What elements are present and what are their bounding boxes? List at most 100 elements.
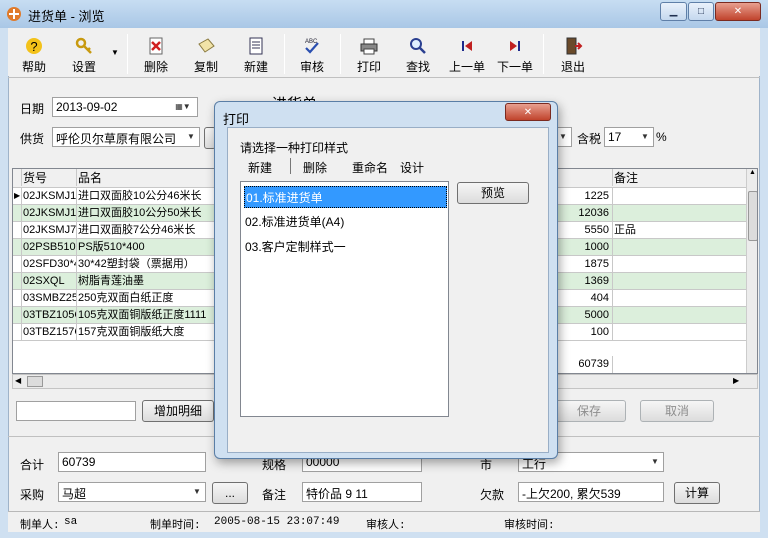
print-style-item[interactable]: 01.标准进货单 <box>244 186 447 208</box>
next-record-button[interactable]: 下一单 <box>494 34 536 74</box>
scroll-up-arrow[interactable]: ▲ <box>747 169 757 176</box>
copy-button[interactable]: 复制 <box>186 34 226 74</box>
cell-code[interactable]: 02PSB510* <box>22 239 77 256</box>
cell-note[interactable] <box>613 239 747 256</box>
minimize-button[interactable]: ▁ <box>660 2 687 21</box>
detail-search-input[interactable] <box>16 401 136 421</box>
close-button[interactable]: ✕ <box>715 2 761 21</box>
toolbar-separator <box>340 34 341 74</box>
date-picker[interactable]: 2013-09-02 ▦▼ <box>52 97 198 117</box>
cancel-button[interactable]: 取消 <box>640 400 714 422</box>
supplier-select[interactable]: 呼伦贝尔草原有限公司 ▼ <box>52 127 200 147</box>
grid-vertical-scrollbar[interactable]: ▲ <box>746 169 757 373</box>
print-style-list[interactable]: 01.标准进货单 02.标准进货单(A4) 03.客户定制样式一 <box>240 181 449 417</box>
cell-note[interactable] <box>613 290 747 307</box>
tax-rate-select[interactable]: 17 ▼ <box>604 127 654 147</box>
next-record-label: 下一单 <box>496 60 533 74</box>
cell-name[interactable]: 250克双面白纸正度 <box>77 290 217 307</box>
hidden-select[interactable]: ▼ <box>556 127 572 147</box>
cell-amount[interactable]: 1875 <box>557 256 613 273</box>
cell-note[interactable] <box>613 205 747 222</box>
cell-name[interactable]: 157克双面铜版纸大度 <box>77 324 217 341</box>
scrollbar-thumb[interactable] <box>748 191 757 241</box>
scroll-right-arrow[interactable]: ▶ <box>733 376 739 385</box>
help-label: 帮助 <box>21 60 46 74</box>
cell-amount[interactable]: 1225 <box>557 188 613 205</box>
cell-code[interactable]: 02JKSMJ1C <box>22 205 77 222</box>
dialog-close-button[interactable]: ✕ <box>505 103 551 121</box>
new-button[interactable]: 新建 <box>236 34 276 74</box>
cell-code[interactable]: 03TBZ157C <box>22 324 77 341</box>
cell-amount[interactable]: 1369 <box>557 273 613 290</box>
cell-name[interactable]: 进口双面胶10公分50米长 <box>77 205 217 222</box>
style-new-link[interactable]: 新建 <box>248 159 272 176</box>
cell-note[interactable] <box>613 324 747 341</box>
style-design-link[interactable]: 设计 <box>400 159 424 176</box>
cell-amount[interactable]: 1000 <box>557 239 613 256</box>
settings-button[interactable]: 设置 <box>64 34 104 74</box>
cell-amount[interactable]: 12036 <box>557 205 613 222</box>
total-field: 60739 <box>58 452 206 472</box>
cell-note[interactable] <box>613 188 747 205</box>
exit-button[interactable]: 退出 <box>553 34 593 74</box>
scroll-left-arrow[interactable]: ◀ <box>15 376 21 385</box>
buyer-browse-button[interactable]: ... <box>212 482 248 504</box>
cell-note[interactable] <box>613 256 747 273</box>
prev-record-button[interactable]: 上一单 <box>446 34 488 74</box>
cell-name[interactable]: PS版510*400 <box>77 239 217 256</box>
cell-name[interactable]: 进口双面胶7公分46米长 <box>77 222 217 239</box>
dialog-prompt: 请选择一种打印样式 <box>240 141 349 155</box>
cell-note[interactable]: 正品 <box>613 222 747 239</box>
window-titlebar[interactable]: 进货单 - 浏览 ▁ □ ✕ <box>0 0 768 28</box>
style-delete-link[interactable]: 删除 <box>303 159 327 176</box>
tax-label: 含税 <box>577 132 602 146</box>
cell-code[interactable]: 02JKSMJ7C <box>22 222 77 239</box>
preview-button[interactable]: 预览 <box>457 182 529 204</box>
settings-dropdown-arrow[interactable]: ▼ <box>111 48 119 57</box>
column-header-note[interactable]: 备注 <box>613 169 747 186</box>
print-style-item[interactable]: 03.客户定制样式一 <box>244 236 447 258</box>
cell-name[interactable]: 进口双面胶10公分46米长 <box>77 188 217 205</box>
cell-amount[interactable]: 404 <box>557 290 613 307</box>
delete-button[interactable]: 删除 <box>136 34 176 74</box>
cell-note[interactable] <box>613 307 747 324</box>
cell-amount[interactable]: 100 <box>557 324 613 341</box>
cell-name[interactable]: 30*42塑封袋（票据用） <box>77 256 217 273</box>
buyer-select[interactable]: 马超 ▼ <box>58 482 206 502</box>
style-rename-link[interactable]: 重命名 <box>352 159 388 176</box>
cell-code[interactable]: 02SXQL <box>22 273 77 290</box>
copy-label: 复制 <box>193 60 218 74</box>
settings-label: 设置 <box>71 60 96 74</box>
cell-name[interactable]: 树脂青莲油墨 <box>77 273 217 290</box>
help-button[interactable]: ? 帮助 <box>14 34 54 74</box>
column-header-name[interactable]: 品名 <box>77 169 217 186</box>
cell-code[interactable]: 02JKSMJ1C <box>22 188 77 205</box>
column-header-code[interactable]: 货号 <box>22 169 77 186</box>
horizontal-scrollbar-thumb[interactable] <box>27 376 43 387</box>
calculate-button[interactable]: 计算 <box>674 482 720 504</box>
delete-label: 删除 <box>143 60 168 74</box>
print-button[interactable]: 打印 <box>349 34 389 74</box>
row-indicator <box>13 324 22 341</box>
calendar-dropdown-icon[interactable]: ▦▼ <box>169 98 197 116</box>
cell-note[interactable] <box>613 273 747 290</box>
note-field[interactable]: 特价品 9 11 <box>302 482 422 502</box>
menu-separator <box>290 158 291 174</box>
print-style-item[interactable]: 02.标准进货单(A4) <box>244 211 447 233</box>
cell-code[interactable]: 02SFD30*4 <box>22 256 77 273</box>
buyer-value: 马超 <box>62 487 87 501</box>
made-time-value: 2005-08-15 23:07:49 <box>214 516 340 528</box>
column-header-amount[interactable] <box>557 169 613 186</box>
cell-amount[interactable]: 5550 <box>557 222 613 239</box>
cell-amount[interactable]: 5000 <box>557 307 613 324</box>
chevron-down-icon: ▼ <box>559 132 567 141</box>
maximize-button[interactable]: □ <box>688 2 714 21</box>
audit-button[interactable]: ABC 审核 <box>292 34 332 74</box>
cell-code[interactable]: 03SMBZ25C <box>22 290 77 307</box>
save-button[interactable]: 保存 <box>552 400 626 422</box>
auditor-label: 审核人: <box>366 520 406 532</box>
cell-name[interactable]: 105克双面铜版纸正度1111 <box>77 307 217 324</box>
cell-code[interactable]: 03TBZ105C <box>22 307 77 324</box>
find-button[interactable]: 查找 <box>398 34 438 74</box>
add-detail-button[interactable]: 增加明细 <box>142 400 214 422</box>
